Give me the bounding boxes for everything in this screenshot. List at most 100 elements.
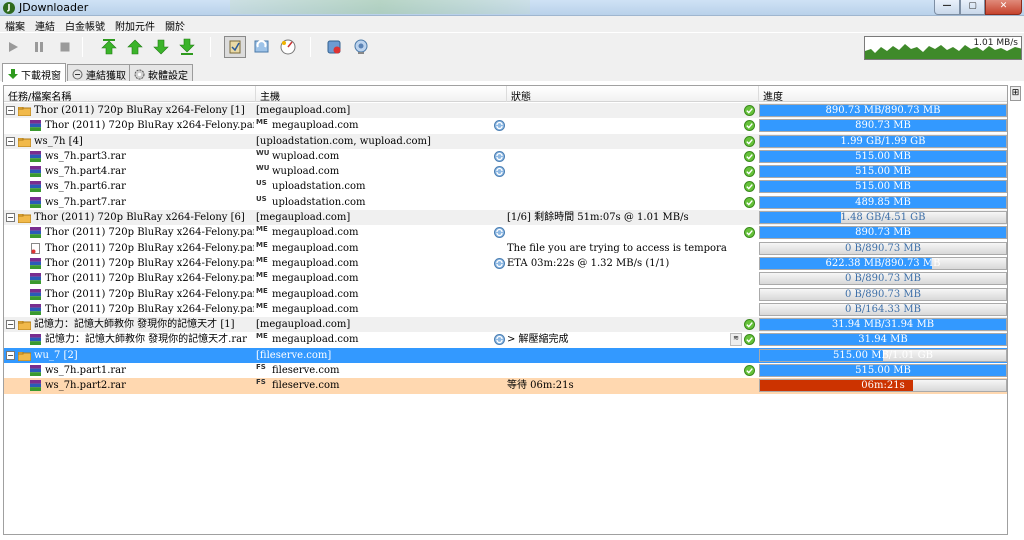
settings-gear-icon: [134, 69, 145, 80]
file-row[interactable]: ws_7h.part2.rar FS fileserve.com 等待 06m:21s…: [4, 378, 1007, 394]
status-cell: ETA 03m:22s @ 1.32 MB/s (1/1): [507, 257, 670, 269]
premium-icon[interactable]: [323, 36, 345, 58]
speed-graph: 1.01 MB/s: [864, 36, 1022, 60]
close-button[interactable]: ✕: [985, 0, 1022, 15]
menu-about[interactable]: 關於: [160, 16, 190, 33]
menu-links[interactable]: 連結: [30, 16, 60, 33]
rar-archive-icon: [30, 273, 41, 285]
status-cell: [507, 363, 727, 378]
status-cell: 等待 06m:21s: [507, 380, 574, 392]
host-cell: ME megaupload.com: [256, 118, 506, 133]
collapse-toggle-icon[interactable]: −: [6, 136, 15, 146]
minimize-button[interactable]: —: [934, 0, 960, 15]
play-icon[interactable]: [2, 36, 24, 58]
check-ok-icon: [744, 227, 755, 239]
file-row[interactable]: Thor (2011) 720p BluRay x264-Felony.part…: [4, 271, 1007, 286]
host-label: [megaupload.com]: [256, 105, 351, 116]
name-cell: − Thor (2011) 720p BluRay x264-Felony [6]: [4, 210, 254, 225]
file-row[interactable]: Thor (2011) 720p BluRay x264-Felony.part…: [4, 225, 1007, 240]
rar-archive-icon: [30, 334, 41, 346]
collapse-toggle-icon[interactable]: −: [6, 320, 15, 330]
move-top-icon[interactable]: [98, 36, 120, 58]
tab-downloads[interactable]: 下載視窗: [2, 63, 66, 82]
status-cell: [507, 225, 727, 240]
account-icon[interactable]: [350, 36, 372, 58]
progress-bar: 515.00 MB/1.01 GB: [759, 348, 1007, 362]
host-cell: [uploadstation.com, wupload.com]: [256, 134, 506, 149]
file-row[interactable]: ws_7h.part3.rar WU wupload.com 515.00 MB: [4, 149, 1007, 164]
column-header-host[interactable]: 主機: [256, 86, 507, 103]
refresh-icon[interactable]: [494, 257, 505, 269]
status-cell: [507, 149, 727, 164]
host-label: fileserve.com: [272, 380, 340, 392]
package-row[interactable]: − ws_7h [4] [uploadstation.com, wupload.co…: [4, 133, 1007, 149]
maximize-button[interactable]: ▢: [960, 0, 985, 15]
check-ok-icon: [744, 334, 755, 346]
check-ok-icon: [744, 105, 755, 116]
package-row[interactable]: − wu_7 [2] [fileserve.com] 515.00 MB/1.01 G…: [4, 347, 1007, 364]
file-row[interactable]: Thor (2011) 720p BluRay x264-Felony.part…: [4, 118, 1007, 133]
file-row[interactable]: Thor (2011) 720p BluRay x264-Felony.part…: [4, 241, 1007, 256]
file-row[interactable]: Thor (2011) 720p BluRay x264-Felony.part…: [4, 256, 1007, 271]
clipboard-monitor-icon[interactable]: [224, 36, 246, 58]
rar-archive-icon: [30, 227, 41, 239]
progress-label: 1.48 GB/4.51 GB: [840, 212, 926, 224]
menu-addons[interactable]: 附加元件: [110, 16, 160, 33]
background-window-ghost: [230, 0, 530, 14]
pause-icon[interactable]: [28, 36, 50, 58]
host-favicon-icon: ME: [256, 286, 268, 295]
package-row[interactable]: − Thor (2011) 720p BluRay x264-Felony [1]…: [4, 103, 1007, 119]
host-cell: US uploadstation.com: [256, 179, 506, 194]
file-row[interactable]: Thor (2011) 720p BluRay x264-Felony.part…: [4, 302, 1007, 317]
refresh-icon[interactable]: [494, 120, 505, 132]
progress-bar: 890.73 MB: [759, 119, 1007, 133]
move-up-icon[interactable]: [124, 36, 146, 58]
jdownloader-logo-icon: J: [3, 2, 15, 14]
name-label: Thor (2011) 720p BluRay x264-Felony [6]: [34, 212, 245, 224]
refresh-icon[interactable]: [494, 166, 505, 178]
status-cell: [507, 103, 727, 118]
host-cell: ME megaupload.com: [256, 302, 506, 317]
refresh-icon[interactable]: [494, 227, 505, 239]
refresh-icon[interactable]: [494, 150, 505, 162]
name-cell: ws_7h.part3.rar: [4, 149, 254, 164]
check-ok-icon: [744, 365, 755, 377]
file-row[interactable]: Thor (2011) 720p BluRay x264-Felony.part…: [4, 287, 1007, 302]
reconnect-icon[interactable]: [251, 36, 273, 58]
tab-linkgrabber[interactable]: 連結獲取: [67, 64, 131, 82]
file-row[interactable]: ws_7h.part7.rar US uploadstation.com 489.85…: [4, 195, 1007, 210]
speed-limit-icon[interactable]: [277, 36, 299, 58]
column-header-status[interactable]: 狀態: [507, 86, 759, 103]
stop-icon[interactable]: [54, 36, 76, 58]
host-label: megaupload.com: [272, 242, 359, 254]
file-row[interactable]: ws_7h.part6.rar US uploadstation.com 515.00…: [4, 179, 1007, 194]
check-ok-icon: [744, 196, 755, 208]
collapse-toggle-icon[interactable]: −: [6, 213, 15, 223]
name-cell: ws_7h.part1.rar: [4, 363, 254, 378]
package-row[interactable]: − Thor (2011) 720p BluRay x264-Felony [6]…: [4, 210, 1007, 226]
move-down-icon[interactable]: [150, 36, 172, 58]
name-label: ws_7h.part4.rar: [45, 166, 126, 178]
menu-premium[interactable]: 白金帳號: [60, 16, 110, 33]
host-cell: FS fileserve.com: [256, 363, 506, 378]
menu-file[interactable]: 檔案: [0, 16, 30, 33]
file-row[interactable]: ws_7h.part4.rar WU wupload.com 515.00 MB: [4, 164, 1007, 179]
name-label: ws_7h.part6.rar: [45, 181, 126, 193]
collapse-toggle-icon[interactable]: −: [6, 106, 15, 115]
progress-label: 489.85 MB: [855, 196, 911, 208]
refresh-icon[interactable]: [494, 334, 505, 346]
host-label: megaupload.com: [272, 120, 359, 132]
file-row[interactable]: ws_7h.part1.rar FS fileserve.com 515.00 MB: [4, 363, 1007, 378]
column-header-name[interactable]: 任務/檔案名稱: [4, 86, 256, 103]
collapse-toggle-icon[interactable]: −: [6, 350, 15, 360]
file-row[interactable]: 記憶力：記憶大師教你 發現你的記憶天才.rar ME megaupload.com >…: [4, 332, 1007, 347]
column-header-progress[interactable]: 進度: [759, 86, 1007, 103]
column-chooser-button[interactable]: ⊞: [1010, 86, 1021, 101]
tab-settings[interactable]: 軟體設定: [129, 64, 193, 82]
status-cell: [507, 287, 727, 302]
check-ok-icon: [744, 181, 755, 193]
host-favicon-icon: ME: [256, 332, 268, 341]
move-bottom-icon[interactable]: [176, 36, 198, 58]
rar-archive-icon: [30, 150, 41, 162]
package-row[interactable]: − 記憶力：記憶大師教你 發現你的記憶天才 [1] [megaupload.com]…: [4, 317, 1007, 333]
